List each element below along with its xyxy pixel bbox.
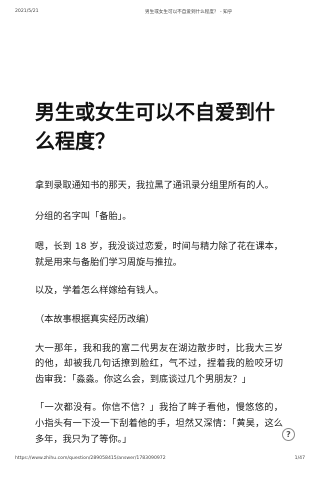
article-paragraph: 以及，学着怎么样嫁给有钱人。 (35, 285, 164, 297)
article-paragraph: 嗯，长到 18 岁，我没谈过恋爱，时间与精力除了花在课本，就是用来与备胎们学习周… (35, 241, 283, 268)
article-paragraph: （本故事根据真实经历改编） (35, 313, 155, 325)
article-title: 男生或女生可以不自爱到什么程度？ (35, 100, 275, 153)
print-doc-title: 男生或女生可以不自爱到什么程度？ - 知乎 (145, 10, 233, 15)
print-url: https://www.zhihu.com/question/289058415… (15, 456, 166, 461)
print-footer: https://www.zhihu.com/question/289058415… (15, 456, 305, 466)
print-date: 2021/5/21 (15, 9, 39, 14)
print-header: 2021/5/21 男生或女生可以不自爱到什么程度？ - 知乎 (15, 9, 305, 21)
article-body: 男生或女生可以不自爱到什么程度？ 拿到录取通知书的那天，我拉黑了通讯录分组里所有… (35, 98, 283, 447)
article-paragraph: 大一那年，我和我的富二代男友在湖边散步时，比我大三岁的他，却被我几句话撩到脸红，… (35, 342, 283, 385)
article-paragraph: 「一次都没有。你信不信？」我抬了眸子看他，慢悠悠的，小指头有一下没一下刮着他的手… (35, 402, 283, 445)
page-number: 1/47 (294, 456, 305, 461)
question-mark-icon[interactable]: ? (282, 428, 295, 441)
article-paragraph: 拿到录取通知书的那天，我拉黑了通讯录分组里所有的人。 (35, 180, 274, 191)
article-paragraph: 分组的名字叫「备胎」。 (35, 210, 132, 222)
